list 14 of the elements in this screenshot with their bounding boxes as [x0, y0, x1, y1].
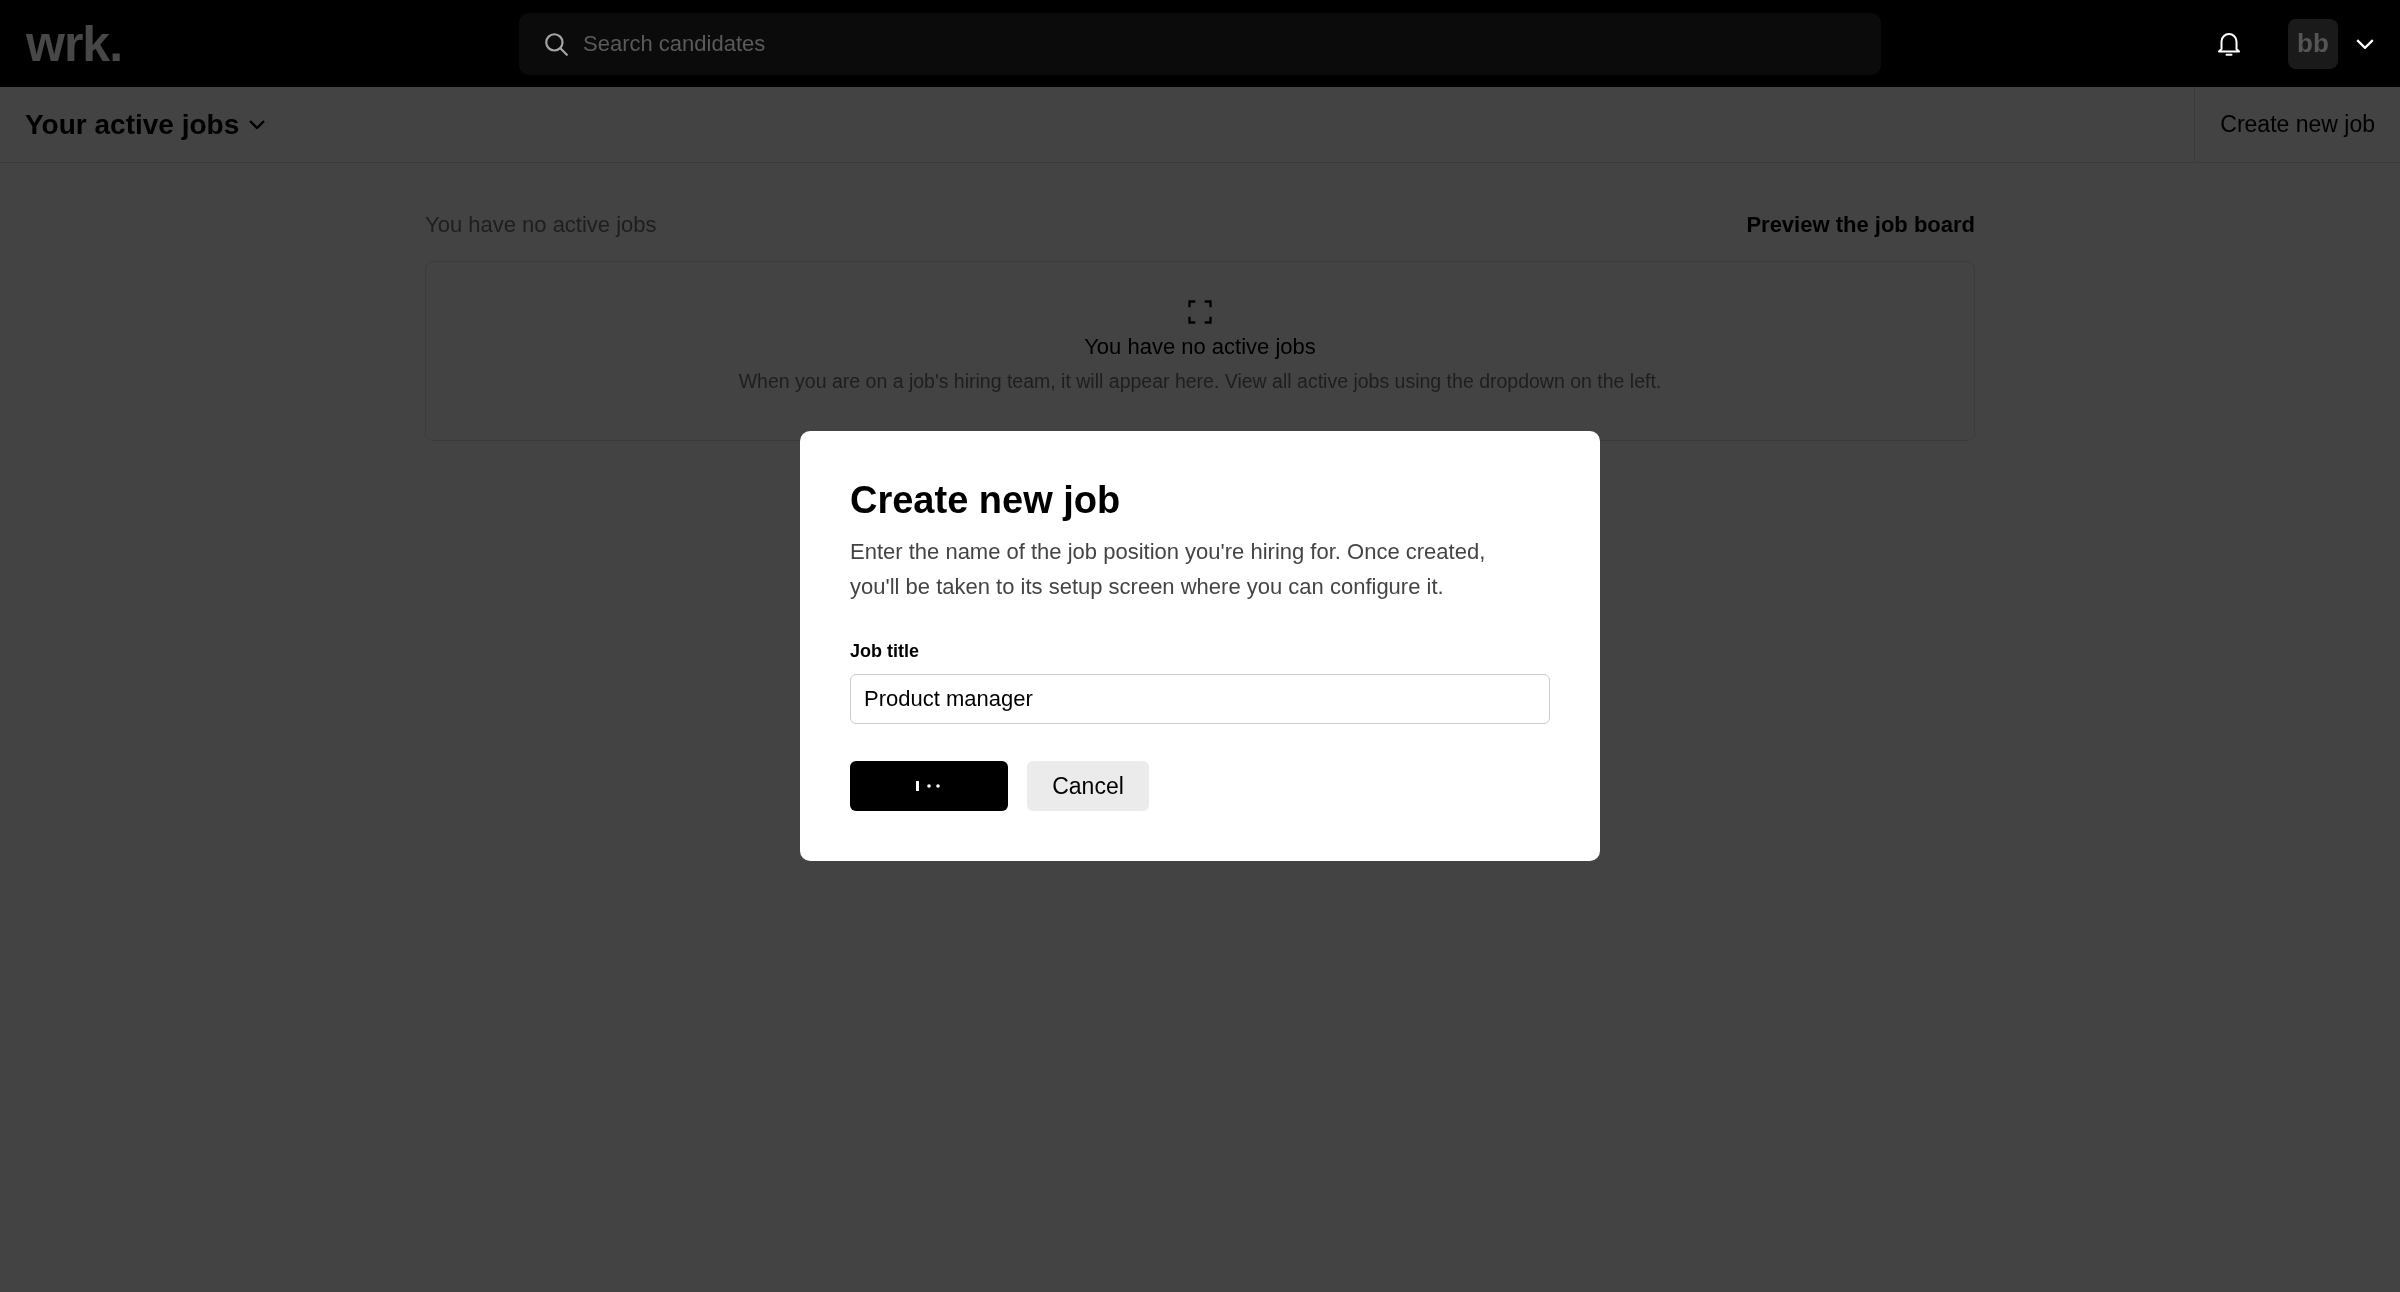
- user-avatar[interactable]: bb: [2288, 18, 2338, 69]
- chevron-down-icon: [249, 120, 266, 129]
- job-title-field[interactable]: Product manager: [850, 674, 1550, 724]
- preview-link[interactable]: Preview the job board: [1746, 212, 1975, 238]
- dialog-description: Enter the name of the job position you're hiring for. Once created, you'll be taken to its setup screen where you can configure it.: [850, 538, 1487, 601]
- jobs-dropdown[interactable]: Your active jobs: [0, 87, 266, 162]
- logo[interactable]: wrk.: [26, 14, 519, 73]
- chevron-down-icon[interactable]: [2356, 38, 2374, 49]
- field-label: Job title: [850, 641, 920, 662]
- dialog-title: Create new job: [850, 479, 1122, 522]
- empty-state-title: You have no active jobs: [1084, 334, 1316, 360]
- frame-icon: [1186, 298, 1214, 326]
- search-field[interactable]: Search candidates: [519, 12, 1881, 75]
- cancel-button[interactable]: Cancel: [1027, 761, 1149, 811]
